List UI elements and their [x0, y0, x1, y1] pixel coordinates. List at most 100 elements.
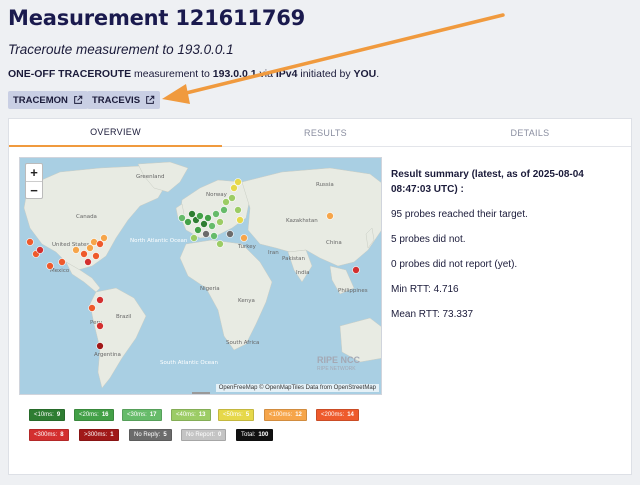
label-south-africa: South Africa	[226, 340, 259, 346]
external-link-icon	[74, 95, 83, 104]
probe-marker	[196, 212, 204, 220]
probe-marker	[212, 210, 220, 218]
asia-shape	[241, 167, 381, 267]
label-norway: Norway	[206, 192, 228, 198]
arrow-head	[162, 84, 190, 104]
probe-marker	[234, 178, 242, 186]
probe-marker	[240, 234, 248, 242]
tab-bar: OVERVIEW RESULTS DETAILS	[9, 119, 631, 147]
page-subtitle: Traceroute measurement to 193.0.0.1	[8, 42, 234, 57]
probe-marker	[58, 258, 66, 266]
probe-marker	[84, 258, 92, 266]
india-shape	[287, 249, 313, 283]
probe-marker	[92, 252, 100, 260]
probe-marker	[188, 210, 196, 218]
probe-marker	[222, 198, 230, 206]
probe-marker	[26, 238, 34, 246]
legend-badge[interactable]: >300ms: 1	[79, 429, 119, 441]
tracevis-label: TRACEVIS	[92, 94, 141, 106]
probe-marker	[96, 240, 104, 248]
label-usa: United States	[52, 242, 89, 248]
desc-text: initiated by	[297, 68, 354, 80]
probe-marker	[352, 266, 360, 274]
measurement-type: ONE-OFF TRACEROUTE	[8, 68, 132, 80]
legend-badge[interactable]: <10ms: 9	[29, 409, 66, 421]
external-link-icon	[146, 95, 155, 104]
probe-marker	[230, 184, 238, 192]
ripe-ncc-logo: RIPE NCC RIPE NETWORK	[317, 355, 361, 373]
probe-marker	[220, 206, 228, 214]
legend-badge[interactable]: <100ms: 12	[264, 409, 307, 421]
measurement-description: ONE-OFF TRACEROUTE measurement to 193.0.…	[8, 68, 379, 80]
legend-badge[interactable]: <40ms: 13	[171, 409, 211, 421]
probe-marker	[88, 304, 96, 312]
probe-marker	[216, 240, 224, 248]
legend-badge[interactable]: <200ms: 14	[316, 409, 359, 421]
probe-marker	[178, 214, 186, 222]
probe-marker	[36, 246, 44, 254]
probe-marker	[190, 234, 198, 242]
probe-map[interactable]: Greenland Canada United States Mexico No…	[19, 157, 382, 395]
probe-marker	[202, 230, 210, 238]
label-kenya: Kenya	[238, 298, 255, 304]
probe-marker	[184, 218, 192, 226]
legend-badge[interactable]: No Report: 0	[181, 429, 227, 441]
legend-badge[interactable]: <50ms: 5	[218, 409, 255, 421]
probe-marker	[326, 212, 334, 220]
legend-badge[interactable]: <30ms: 17	[122, 409, 162, 421]
measurement-card: OVERVIEW RESULTS DETAILS Greenland Canad…	[8, 118, 632, 475]
legend-badge[interactable]: Total: 100	[236, 429, 274, 441]
legend-badge[interactable]: No Reply: 5	[129, 429, 172, 441]
tab-details[interactable]: DETAILS	[429, 119, 631, 147]
map-attribution[interactable]: OpenFreeMap © OpenMapTiles Data from Ope…	[215, 384, 379, 392]
probe-marker	[204, 214, 212, 222]
probe-marker	[100, 234, 108, 242]
probe-marker	[86, 244, 94, 252]
legend-badge[interactable]: <300ms: 8	[29, 429, 69, 441]
zoom-in-button[interactable]: +	[26, 164, 42, 181]
probe-marker	[80, 250, 88, 258]
measurement-target: 193.0.0.1	[212, 68, 257, 80]
probe-marker	[236, 216, 244, 224]
label-mexico: Mexico	[50, 268, 70, 274]
probe-marker	[216, 218, 224, 226]
page-title: Measurement 121611769	[8, 6, 306, 30]
label-pakistan: Pakistan	[282, 256, 306, 262]
probe-marker	[208, 222, 216, 230]
summary-heading: Result summary (latest, as of 2025-08-04…	[391, 169, 584, 195]
label-kazakhstan: Kazakhstan	[286, 218, 318, 224]
probe-marker	[226, 230, 234, 238]
measurement-protocol: IPv4	[275, 68, 298, 80]
summary-no-report: 0 probes did not report (yet).	[391, 259, 518, 270]
zoom-control: + −	[25, 163, 43, 199]
label-argentina: Argentina	[94, 352, 121, 358]
tracemon-label: TRACEMON	[13, 94, 68, 106]
zoom-out-button[interactable]: −	[26, 181, 42, 198]
label-greenland: Greenland	[136, 174, 165, 180]
tab-results[interactable]: RESULTS	[222, 119, 429, 147]
result-summary: Result summary (latest, as of 2025-08-04…	[391, 167, 621, 322]
probe-marker	[96, 296, 104, 304]
legend-badge[interactable]: <20ms: 16	[74, 409, 114, 421]
tracevis-button[interactable]: TRACEVIS	[87, 91, 161, 109]
desc-text: measurement to	[131, 68, 213, 80]
probe-marker	[72, 246, 80, 254]
africa-shape	[179, 239, 273, 351]
summary-reached: 95 probes reached their target.	[391, 209, 528, 220]
tab-overview[interactable]: OVERVIEW	[9, 119, 222, 147]
probe-marker	[96, 322, 104, 330]
probe-marker	[228, 194, 236, 202]
label-philippines: Philippines	[338, 288, 368, 294]
probe-marker	[194, 226, 202, 234]
tracemon-button[interactable]: TRACEMON	[8, 91, 88, 109]
label-iran: Iran	[268, 250, 279, 256]
probe-marker	[210, 232, 218, 240]
desc-text: via	[256, 68, 276, 80]
probe-marker	[96, 342, 104, 350]
label-china: China	[326, 240, 342, 246]
label-russia: Russia	[316, 182, 334, 188]
label-india: India	[296, 270, 310, 276]
label-canada: Canada	[76, 214, 97, 220]
label-nigeria: Nigeria	[200, 286, 220, 292]
summary-not-reached: 5 probes did not.	[391, 234, 466, 245]
